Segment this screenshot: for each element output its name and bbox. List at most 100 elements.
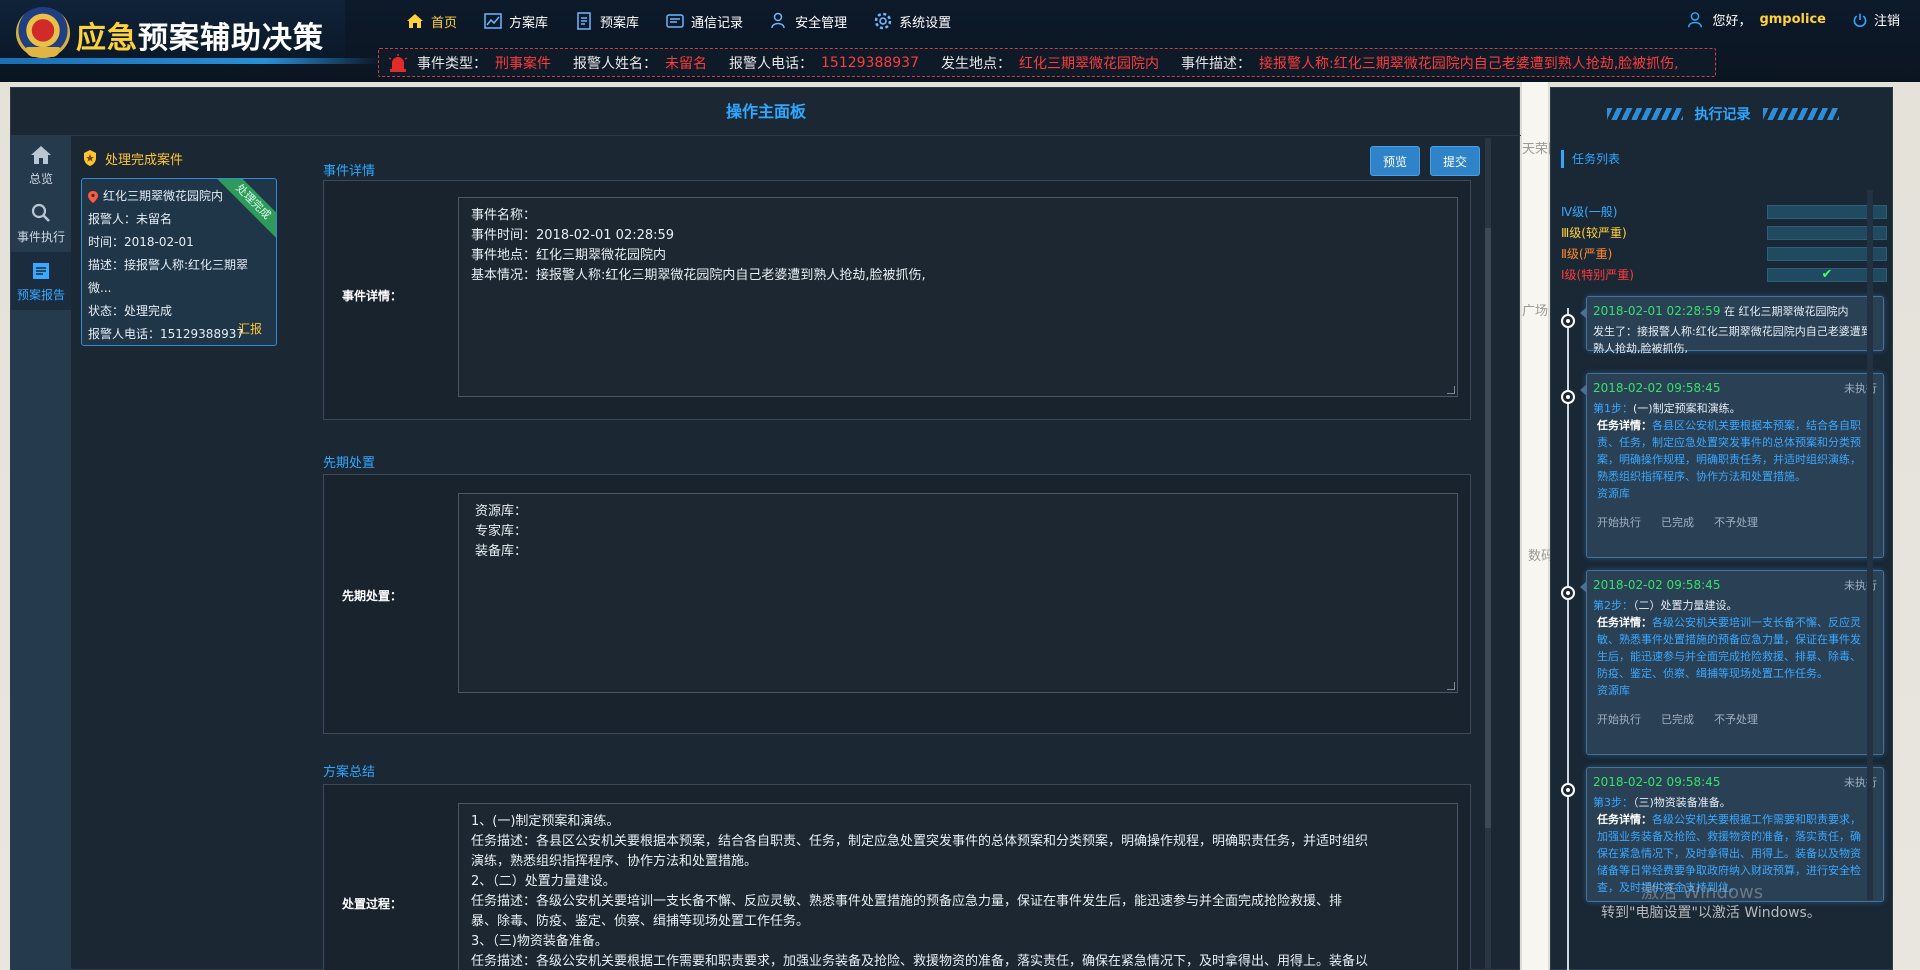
summary-line: 任务描述：各县区公安机关要根据本预案，结合各自职责、任务，制定应急处置突发事件的…	[471, 834, 1369, 849]
prelim-line: 资源库：	[475, 504, 528, 519]
summary-textarea[interactable]: 1、(一)制定预案和演练。 任务描述：各县区公安机关要根据本预案，结合各自职责、…	[458, 803, 1458, 970]
level-row[interactable]: Ⅱ级(严重)	[1561, 243, 1891, 264]
summary-line: 暴、除毒、防疫、鉴定、侦察、缉捕等现场处置工作任务。	[471, 914, 810, 929]
nav-home[interactable]: 首页	[405, 8, 457, 34]
alarm-light-icon	[388, 53, 408, 72]
home-icon	[31, 145, 51, 164]
execution-record-header: 执行记录	[1551, 102, 1894, 126]
user-icon	[1688, 11, 1703, 27]
step-time: 2018-02-02 09:58:45	[1593, 775, 1721, 789]
level-row[interactable]: Ⅲ级(较严重)	[1561, 222, 1891, 243]
leftnav-plan-report-label: 预案报告	[16, 287, 65, 302]
start-exec-button[interactable]: 开始执行	[1597, 514, 1641, 531]
leftnav-event-exec[interactable]: 事件执行	[11, 194, 71, 252]
ticker-desc-label: 事件描述：	[1180, 55, 1251, 72]
level-label: Ⅰ级(特别严重)	[1561, 268, 1634, 282]
power-icon	[1853, 13, 1867, 27]
leftnav-plan-report[interactable]: 预案报告	[11, 252, 71, 310]
chart-icon	[484, 13, 502, 29]
event-detail-title: 事件详情	[323, 164, 376, 179]
step-text: （三)物资装备准备。	[1633, 796, 1731, 809]
nav-settings-label: 系统设置	[899, 15, 952, 31]
ticker-name-value: 未留名	[665, 55, 707, 72]
event-detail-textarea[interactable]: 事件名称： 事件时间：2018-02-01 02:28:59 事件地点：红化三期…	[458, 197, 1458, 397]
completed-button[interactable]: 已完成	[1661, 514, 1694, 531]
content-scrollbar[interactable]	[1485, 138, 1491, 970]
nav-home-label: 首页	[431, 15, 458, 31]
leftnav-overview[interactable]: 总览	[11, 136, 71, 194]
scroll-thumb[interactable]	[1485, 228, 1491, 828]
summary-line: 1、(一)制定预案和演练。	[471, 814, 620, 829]
logout-button[interactable]: 注销	[1852, 10, 1900, 29]
prelim-label: 先期处置：	[342, 589, 403, 603]
location-pin-icon	[88, 190, 98, 203]
nav-comm-records-label: 通信记录	[691, 15, 744, 31]
submit-button[interactable]: 提交	[1429, 146, 1480, 176]
level-row[interactable]: Ⅳ级(一般)	[1561, 201, 1891, 222]
skip-button[interactable]: 不予处理	[1714, 711, 1758, 728]
nav-security[interactable]: 安全管理	[769, 8, 847, 34]
step-card: 2018-02-02 09:58:45 未执行 第2步：（二）处置力量建设。 任…	[1580, 570, 1884, 755]
nav-comm-records[interactable]: 通信记录	[665, 8, 743, 34]
summary-line: 任务描述：各级公安机关要根据工作需要和职责要求，加强业务装备及抢险、救援物资的准…	[471, 954, 1369, 969]
task-detail-label: 任务详情：	[1597, 616, 1652, 629]
left-nav: 总览 事件执行 预案报告	[11, 136, 71, 970]
operation-panel: 操作主面板 总览 事件执行 预案报告 处理完成案件 处理完成 红化三期翠微花园院…	[10, 87, 1521, 970]
top-header: 应急预案辅助决策 首页 方案库 预案库 通信记录 安全管理 系统设置 您好， g…	[0, 0, 1920, 82]
user-shield-icon	[771, 12, 785, 29]
event-place: 红化三期翠微花园院内	[1738, 305, 1849, 318]
resource-link[interactable]: 资源库	[1593, 682, 1877, 699]
case-card[interactable]: 处理完成 红化三期翠微花园院内 报警人：未留名 时间：2018-02-01 描述…	[81, 178, 277, 346]
logo-area: 应急预案辅助决策	[0, 0, 345, 62]
prelim-line: 专家库：	[475, 524, 528, 539]
step-time: 2018-02-02 09:58:45	[1593, 578, 1721, 592]
resize-handle[interactable]	[1447, 682, 1455, 690]
step-time: 2018-02-02 09:58:45	[1593, 381, 1721, 395]
task-detail: 任务详情：各级公安机关要培训一支长备不懈、反应灵敏、熟悉事件处置措施的预备应急力…	[1593, 614, 1877, 682]
prelim-textarea[interactable]: 资源库： 专家库： 装备库：	[458, 493, 1458, 693]
timeline-dot	[1561, 390, 1575, 404]
nav-plan-library-label: 方案库	[509, 15, 549, 31]
step-actions: 开始执行 已完成 不予处理	[1593, 514, 1877, 531]
detail-line: 事件时间：2018-02-01 02:28:59	[471, 228, 675, 243]
resource-link[interactable]: 资源库	[1593, 485, 1877, 502]
event-detail-label: 事件详情：	[342, 289, 403, 303]
panel-title: 操作主面板	[11, 88, 1521, 136]
nav-settings[interactable]: 系统设置	[873, 8, 951, 34]
timeline-dot	[1561, 586, 1575, 600]
home-icon	[407, 14, 423, 28]
execution-record-panel: 执行记录 任务列表 Ⅳ级(一般) Ⅲ级(较严重) Ⅱ级(严重) Ⅰ级(特别严重)…	[1550, 87, 1893, 970]
skip-button[interactable]: 不予处理	[1714, 514, 1758, 531]
gear-icon	[874, 12, 892, 30]
case-desc: 描述：接报警人称:红化三期翠微...	[88, 258, 249, 295]
completed-button[interactable]: 已完成	[1661, 711, 1694, 728]
sheriff-badge-icon	[84, 150, 96, 166]
start-exec-button[interactable]: 开始执行	[1597, 711, 1641, 728]
main-nav: 首页 方案库 预案库 通信记录 安全管理 系统设置	[405, 8, 951, 34]
nav-preplan-library-label: 预案库	[600, 15, 640, 31]
search-icon	[31, 203, 50, 222]
step-label: 第2步：	[1593, 599, 1633, 612]
detail-line: 基本情况：接报警人称:红化三期翠微花园院内自己老婆遭到熟人抢劫,脸被抓伤,	[471, 268, 926, 283]
ticker-type-label: 事件类型：	[417, 55, 487, 72]
report-link[interactable]: 汇报	[238, 318, 262, 341]
summary-line: 演练，熟悉组织指挥程序、协作方法和处置措施。	[471, 854, 758, 869]
report-icon	[33, 262, 49, 279]
nav-preplan-library[interactable]: 预案库	[574, 8, 639, 34]
resize-handle[interactable]	[1447, 386, 1455, 394]
summary-label: 处置过程：	[342, 897, 403, 911]
prelim-title: 先期处置	[323, 456, 376, 471]
level-row[interactable]: Ⅰ级(特别严重) ✔	[1561, 264, 1891, 285]
ticker-phone-label: 报警人电话：	[729, 55, 813, 72]
phone-record-icon	[666, 14, 684, 28]
preview-button[interactable]: 预览	[1369, 146, 1420, 176]
task-detail: 任务详情：各县区公安机关要根据本预案，结合各自职责、任务，制定应急处置突发事件的…	[1593, 417, 1877, 485]
leftnav-event-exec-label: 事件执行	[16, 229, 65, 244]
nav-plan-library[interactable]: 方案库	[483, 8, 548, 34]
right-scrollbar[interactable]	[1867, 190, 1873, 900]
event-desc: 发生了：接报警人称:红化三期翠微花园院内自己老婆遭到熟人抢劫,脸被抓伤,	[1593, 325, 1872, 355]
completed-cases: 处理完成案件 处理完成 红化三期翠微花园院内 报警人：未留名 时间：2018-0…	[81, 146, 281, 346]
ticker-desc-value: 接报警人称:红化三期翠微花园院内自己老婆遭到熟人抢劫,脸被抓伤,	[1258, 55, 1679, 72]
completed-cases-title: 处理完成案件	[105, 152, 184, 168]
step-label: 第3步：	[1593, 796, 1633, 809]
